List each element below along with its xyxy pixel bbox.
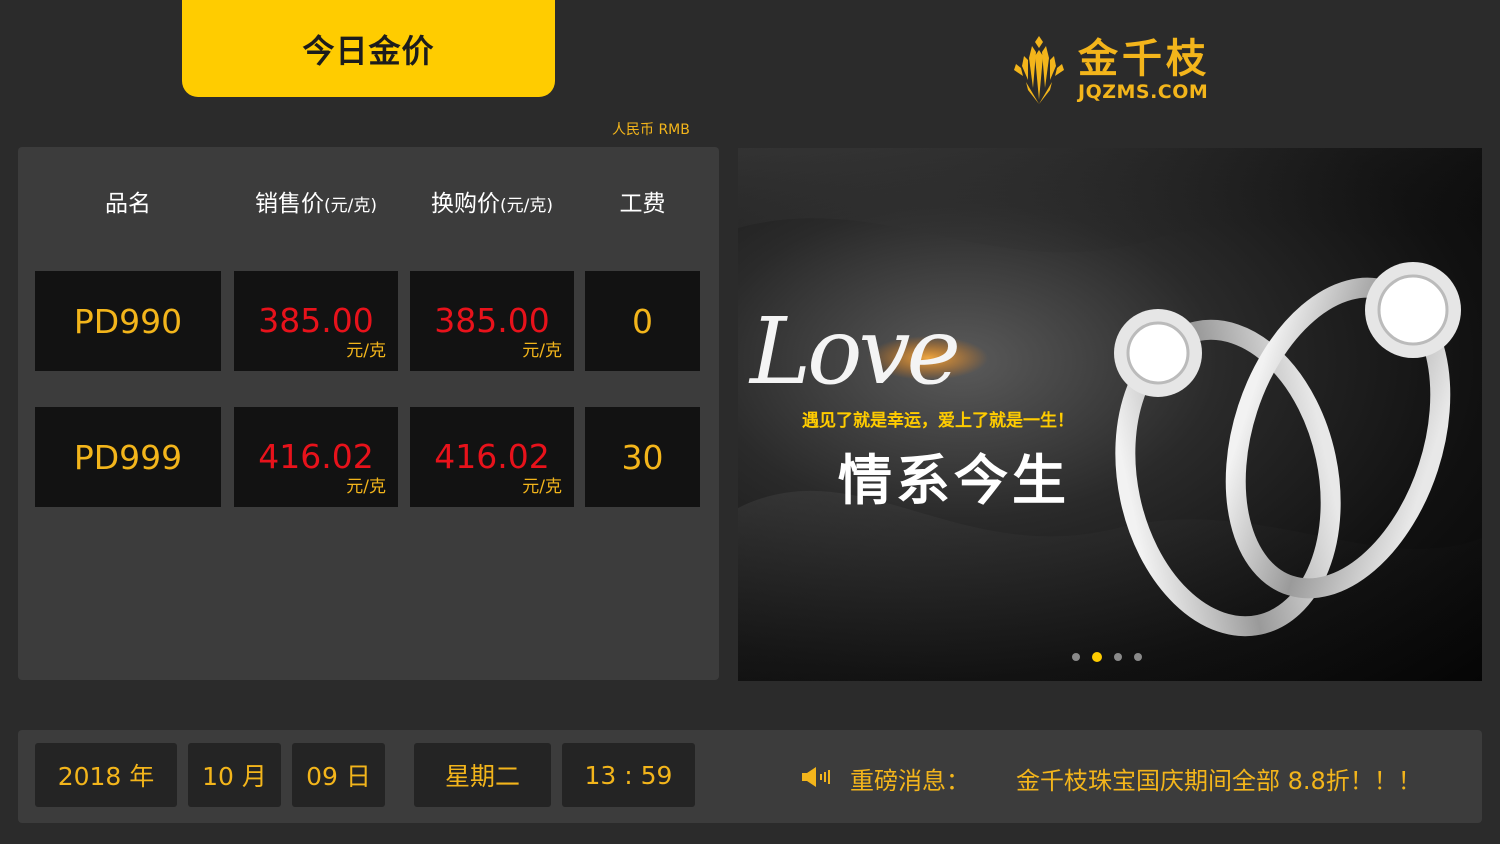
column-header-name: 品名 [105, 191, 151, 217]
column-header-sale-price: 销售价(元/克) [255, 191, 377, 217]
banner-script-text: Love [750, 298, 961, 405]
banner-carousel[interactable]: Love 遇见了就是幸运，爱上了就是一生！ 情系今生 [738, 148, 1482, 681]
table-row-name: PD999 [35, 407, 221, 507]
exchange-price-value: 416.02 [434, 437, 550, 476]
page-title-tab: 今日金价 [182, 0, 555, 97]
date-day: 09 日 [292, 743, 385, 807]
table-row-fee: 0 [585, 271, 700, 371]
footer-bar: 2018 年 10 月 09 日 星期二 13 : 59 重磅消息： 金千枝珠宝… [18, 730, 1482, 823]
currency-label: 人民币 RMB [612, 122, 690, 138]
sale-price-unit: 元/克 [346, 477, 386, 497]
table-row-sale-price: 385.00 元/克 [234, 271, 398, 371]
brand-domain: JQZMS.COM [1078, 81, 1209, 103]
table-row-sale-price: 416.02 元/克 [234, 407, 398, 507]
table-row-exchange-price: 385.00 元/克 [410, 271, 574, 371]
date-month: 10 月 [188, 743, 281, 807]
banner-slogan-small: 遇见了就是幸运，爱上了就是一生！ [802, 411, 1074, 431]
carousel-dot-active[interactable] [1092, 652, 1102, 662]
date-year: 2018 年 [35, 743, 177, 807]
carousel-dot[interactable] [1114, 653, 1122, 661]
column-header-exchange-price: 换购价(元/克) [431, 191, 553, 217]
date-weekday: 星期二 [414, 743, 551, 807]
table-row-fee: 30 [585, 407, 700, 507]
table-row-exchange-price: 416.02 元/克 [410, 407, 574, 507]
speaker-icon [802, 767, 830, 787]
brand: 金千枝 JQZMS.COM [1012, 36, 1210, 104]
wheat-logo-icon [1014, 36, 1064, 104]
sale-price-value: 416.02 [258, 437, 374, 476]
news-ticker-text: 金千枝珠宝国庆期间全部 8.8折！！！ [1016, 767, 1422, 795]
carousel-dot[interactable] [1072, 653, 1080, 661]
sale-price-value: 385.00 [258, 301, 374, 340]
news-label: 重磅消息： [850, 767, 970, 795]
carousel-dot[interactable] [1134, 653, 1142, 661]
exchange-price-unit: 元/克 [522, 477, 562, 497]
exchange-price-unit: 元/克 [522, 341, 562, 361]
table-row-name: PD990 [35, 271, 221, 371]
clock-time: 13 : 59 [562, 743, 695, 807]
column-header-fee: 工费 [619, 191, 666, 217]
sale-price-unit: 元/克 [346, 341, 386, 361]
banner-slogan-big: 情系今生 [838, 449, 1070, 512]
carousel-dots [1072, 652, 1142, 662]
exchange-price-value: 385.00 [434, 301, 550, 340]
page-title: 今日金价 [302, 31, 435, 70]
brand-name: 金千枝 [1078, 36, 1210, 82]
price-table: 品名 销售价(元/克) 换购价(元/克) 工费 PD990 385.00 元/克… [18, 147, 719, 680]
